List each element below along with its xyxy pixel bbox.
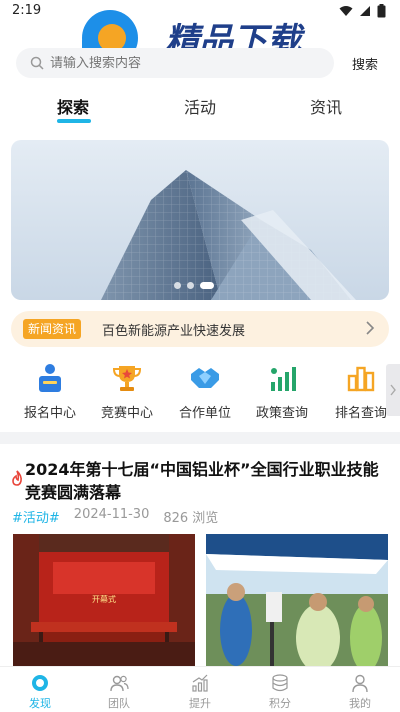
chevron-right-icon[interactable] (365, 321, 375, 335)
banner-building-image (11, 140, 389, 300)
quick-nav: 报名中心 竞赛中心 合作单位 政策查询 排名查询 (0, 362, 400, 424)
bottom-nav-profile[interactable]: 我的 (330, 673, 390, 711)
news-ticker-tag: 新闻资讯 (23, 319, 82, 339)
quick-nav-ranking[interactable]: 排名查询 (329, 362, 393, 421)
bottom-nav-label: 我的 (349, 697, 371, 710)
search-icon (30, 56, 44, 70)
quick-nav-label: 竞赛中心 (100, 406, 153, 421)
status-icons (339, 4, 386, 18)
quick-nav-label: 报名中心 (23, 406, 76, 421)
bottom-nav-label: 团队 (108, 697, 130, 710)
registration-icon (39, 364, 61, 392)
policy-chart-icon (271, 367, 296, 391)
article-photo-contest[interactable] (206, 534, 388, 668)
banner-carousel[interactable] (11, 140, 389, 300)
search-box[interactable] (16, 48, 334, 78)
active-tab-indicator (57, 119, 91, 123)
article-meta: #活动# 2024-11-30 826 浏览 (12, 507, 218, 526)
quick-nav-label: 政策查询 (255, 406, 308, 421)
banner-dot[interactable] (174, 282, 181, 289)
discover-icon (32, 675, 48, 691)
quick-nav-competition[interactable]: 竞赛中心 (95, 362, 159, 421)
article-tag[interactable]: #活动# (12, 507, 60, 526)
cellular-signal-icon (360, 6, 370, 16)
search-button[interactable]: 搜索 (352, 54, 378, 73)
battery-icon (377, 4, 386, 18)
ranking-icon (347, 366, 375, 392)
wifi-icon (339, 6, 353, 16)
quick-nav-policy[interactable]: 政策查询 (250, 362, 314, 421)
banner-dot[interactable] (187, 282, 194, 289)
status-time: 2:19 (12, 3, 42, 18)
handshake-icon (191, 368, 219, 388)
status-bar: 2:19 (0, 0, 400, 24)
bottom-nav-points[interactable]: 积分 (250, 673, 310, 711)
growth-icon (192, 674, 208, 692)
quick-nav-registration[interactable]: 报名中心 (18, 362, 82, 421)
bottom-nav-growth[interactable]: 提升 (170, 673, 230, 711)
top-tabs: 探索 活动 资讯 (0, 94, 400, 126)
chevron-right-icon (390, 384, 396, 396)
stage-banner-text: 开幕式 (92, 594, 116, 604)
bottom-nav-label: 提升 (189, 697, 211, 710)
quick-nav-label: 合作单位 (178, 406, 231, 421)
news-ticker[interactable]: 新闻资讯 百色新能源产业快速发展 (11, 311, 389, 347)
quick-nav-scroll-handle[interactable] (386, 364, 400, 416)
bottom-nav: 发现 团队 提升 积分 我的 (0, 666, 400, 712)
bottom-nav-label: 积分 (269, 697, 291, 710)
search-input[interactable] (50, 55, 290, 71)
news-ticker-text[interactable]: 百色新能源产业快速发展 (102, 320, 245, 339)
article-date: 2024-11-30 (73, 507, 150, 522)
banner-dot-active[interactable] (200, 282, 214, 289)
contest-site-image (206, 534, 388, 668)
profile-icon (352, 674, 368, 693)
bottom-nav-discover[interactable]: 发现 (10, 673, 70, 711)
quick-nav-label: 排名查询 (334, 406, 387, 421)
trophy-icon (112, 366, 142, 391)
team-icon (110, 675, 129, 692)
article-photo-stage[interactable]: 开幕式 (13, 534, 195, 668)
banner-pagination (174, 282, 214, 289)
tab-news[interactable]: 资讯 (310, 94, 342, 118)
tab-explore[interactable]: 探索 (57, 94, 89, 118)
points-icon (272, 674, 288, 692)
tab-activities[interactable]: 活动 (184, 94, 216, 118)
bottom-nav-label: 发现 (29, 697, 51, 710)
search-row: 搜索 (0, 46, 400, 82)
article-views: 826 浏览 (163, 511, 219, 526)
quick-nav-partners[interactable]: 合作单位 (173, 362, 237, 421)
stage-ceremony-image: 开幕式 (13, 534, 195, 668)
flame-icon (12, 470, 22, 486)
article-title[interactable]: 2024年第十七届“中国铝业杯”全国行业职业技能竞赛圆满落幕 (25, 458, 387, 504)
bottom-nav-team[interactable]: 团队 (89, 673, 149, 711)
section-divider (0, 432, 400, 444)
